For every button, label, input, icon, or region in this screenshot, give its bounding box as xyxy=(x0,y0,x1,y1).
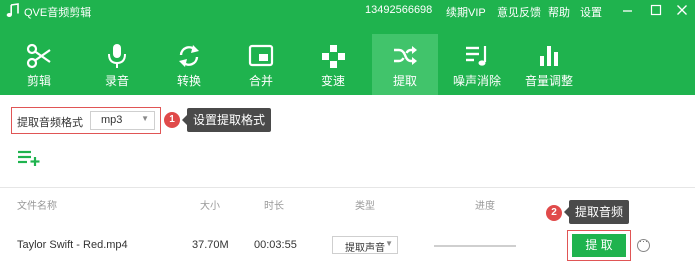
tool-label: 噪声消除 xyxy=(452,74,501,88)
type-selected-value: 提取声音 xyxy=(345,243,385,254)
progress-bar xyxy=(434,245,516,247)
more-options-icon[interactable]: ··· xyxy=(637,236,650,252)
account-phone[interactable]: 13492566698 xyxy=(365,4,432,16)
app-title: QVE音频剪辑 xyxy=(24,7,92,19)
more-dots: ··· xyxy=(639,236,648,246)
tool-noise-removal[interactable]: 噪声消除 xyxy=(444,34,510,95)
microphone-icon xyxy=(108,44,126,68)
close-icon[interactable] xyxy=(674,2,690,18)
volume-bars-icon xyxy=(540,46,558,66)
title-bar: QVE音频剪辑 13492566698 续期VIP 意见反馈 帮助 设置 xyxy=(0,0,695,22)
scissors-icon xyxy=(26,43,51,69)
merge-icon xyxy=(248,44,274,67)
tool-label: 合并 xyxy=(248,74,273,88)
maximize-icon[interactable] xyxy=(648,2,664,18)
tool-volume[interactable]: 音量调整 xyxy=(516,34,582,95)
convert-arrows-icon xyxy=(179,45,199,67)
file-duration: 00:03:55 xyxy=(254,239,297,251)
music-note-icon xyxy=(6,3,19,17)
format-setting-box: 提取音频格式 mp3 ▼ xyxy=(11,107,161,134)
tool-merge[interactable]: 合并 xyxy=(228,34,294,95)
shuffle-icon xyxy=(394,46,417,65)
tool-label: 提取 xyxy=(392,74,417,88)
tool-convert[interactable]: 转换 xyxy=(156,34,222,95)
step-tooltip-2: 提取音频 xyxy=(563,200,630,224)
tool-label: 音量调整 xyxy=(524,74,573,88)
header-type: 类型 xyxy=(355,201,375,212)
header-progress: 进度 xyxy=(475,201,495,212)
type-select[interactable]: 提取声音 ▼ xyxy=(332,236,398,254)
minimize-icon[interactable] xyxy=(620,2,636,18)
help-link[interactable]: 帮助 xyxy=(548,4,570,20)
tool-extract[interactable]: 提取 xyxy=(372,34,438,95)
noise-removal-icon xyxy=(466,46,487,66)
file-size: 37.70M xyxy=(192,239,229,251)
step-badge-1: 1 xyxy=(164,112,180,128)
header-name: 文件名称 xyxy=(17,201,57,212)
chevron-down-icon: ▼ xyxy=(385,239,393,248)
tool-label: 变速 xyxy=(320,74,345,88)
format-label: 提取音频格式 xyxy=(17,117,83,129)
header-duration: 时长 xyxy=(264,201,284,212)
main-toolbar: 剪辑 录音 转换 合并 变速 提取 噪声消除 音量调整 xyxy=(0,22,695,95)
format-selected-value: mp3 xyxy=(101,114,123,126)
table-divider xyxy=(0,187,695,188)
tool-cut[interactable]: 剪辑 xyxy=(6,34,72,95)
tool-label: 录音 xyxy=(104,74,129,88)
renew-vip-link[interactable]: 续期VIP xyxy=(446,4,486,20)
extract-button[interactable]: 提 取 xyxy=(572,234,626,257)
tool-label: 剪辑 xyxy=(26,74,51,88)
speed-icon xyxy=(322,45,345,68)
format-select[interactable]: mp3 ▼ xyxy=(90,111,155,130)
add-list-icon[interactable] xyxy=(17,149,41,167)
header-size: 大小 xyxy=(200,201,220,212)
tool-speed[interactable]: 变速 xyxy=(300,34,366,95)
settings-link[interactable]: 设置 xyxy=(580,4,602,20)
file-name: Taylor Swift - Red.mp4 xyxy=(17,239,128,251)
chevron-down-icon: ▼ xyxy=(141,114,149,123)
step-badge-2: 2 xyxy=(546,205,562,221)
tool-label: 转换 xyxy=(176,74,201,88)
step-tooltip-1: 设置提取格式 xyxy=(181,108,272,132)
feedback-link[interactable]: 意见反馈 xyxy=(497,4,541,20)
extract-button-highlight: 提 取 xyxy=(567,230,631,261)
tool-record[interactable]: 录音 xyxy=(84,34,150,95)
